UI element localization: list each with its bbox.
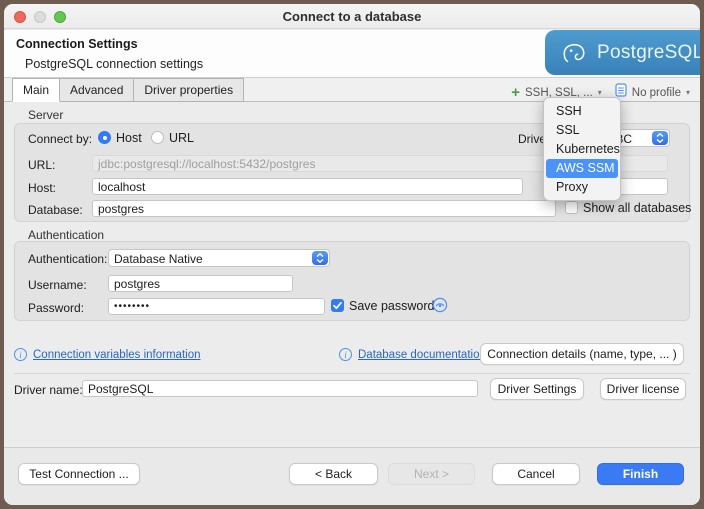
- tab-driver-properties[interactable]: Driver properties: [134, 78, 244, 102]
- stepper-icon: [652, 131, 668, 145]
- authentication-combo[interactable]: Database Native: [108, 249, 330, 267]
- menu-item-ssh[interactable]: SSH: [546, 102, 618, 121]
- host-radio-label[interactable]: Host: [116, 131, 142, 145]
- driver-name-label: Driver name:: [14, 383, 83, 397]
- test-connection-button[interactable]: Test Connection ...: [18, 463, 140, 485]
- finish-button[interactable]: Finish: [597, 463, 684, 485]
- show-all-databases-checkbox[interactable]: [565, 201, 578, 214]
- cancel-button[interactable]: Cancel: [492, 463, 580, 485]
- show-all-databases-label[interactable]: Show all databases: [583, 201, 691, 215]
- authentication-label: Authentication:: [28, 252, 107, 266]
- stepper-icon: [312, 251, 328, 265]
- menu-item-kubernetes[interactable]: Kubernetes: [546, 140, 618, 159]
- postgresql-badge-label: PostgreSQL: [597, 42, 700, 64]
- menu-item-ssl[interactable]: SSL: [546, 121, 618, 140]
- back-button[interactable]: < Back: [289, 463, 378, 485]
- connection-details-button[interactable]: Connection details (name, type, ... ): [480, 343, 684, 365]
- info-icon: i: [339, 348, 352, 361]
- host-label: Host:: [28, 181, 56, 195]
- connect-by-label: Connect by:: [28, 132, 92, 146]
- plus-icon: +: [511, 87, 520, 99]
- next-button: Next >: [388, 463, 475, 485]
- title-bar: Connect to a database: [4, 4, 700, 29]
- username-field[interactable]: postgres: [108, 275, 293, 292]
- driver-name-field[interactable]: PostgreSQL: [82, 380, 478, 397]
- chevron-down-icon: ▾: [598, 88, 602, 97]
- dialog-window: Connect to a database Connection Setting…: [4, 4, 700, 505]
- save-password-checkbox[interactable]: [331, 299, 344, 312]
- profile-dropdown[interactable]: No profile: [632, 87, 681, 99]
- connection-variables-link[interactable]: Connection variables information: [33, 349, 200, 361]
- screenshot-frame: Connect to a database Connection Setting…: [0, 0, 704, 509]
- url-radio[interactable]: [151, 131, 164, 144]
- driver-settings-button[interactable]: Driver Settings: [490, 378, 584, 400]
- network-handlers-menu: SSH SSL Kubernetes AWS SSM Proxy: [543, 97, 621, 201]
- driver-license-button[interactable]: Driver license: [600, 378, 686, 400]
- page-title: Connection Settings: [16, 37, 138, 51]
- chevron-down-icon: ▾: [686, 88, 690, 97]
- url-label: URL:: [28, 158, 55, 172]
- database-label: Database:: [28, 203, 83, 217]
- username-label: Username:: [28, 278, 87, 292]
- dialog-header: Connection Settings PostgreSQL connectio…: [4, 30, 700, 78]
- server-section-label: Server: [28, 108, 63, 122]
- database-documentation-link[interactable]: Database documentation: [358, 349, 486, 361]
- tab-advanced[interactable]: Advanced: [60, 78, 134, 102]
- host-radio[interactable]: [98, 131, 111, 144]
- password-field[interactable]: ••••••••: [108, 298, 325, 315]
- save-password-label[interactable]: Save password: [349, 299, 434, 313]
- authentication-section-label: Authentication: [28, 228, 104, 242]
- tab-main[interactable]: Main: [12, 78, 60, 102]
- database-field[interactable]: postgres: [92, 200, 556, 217]
- button-bar: Test Connection ... < Back Next > Cancel…: [4, 447, 700, 505]
- page-subtitle: PostgreSQL connection settings: [25, 57, 203, 71]
- menu-item-aws-ssm[interactable]: AWS SSM: [546, 159, 618, 178]
- divider: [14, 373, 690, 374]
- postgresql-elephant-icon: [559, 38, 589, 68]
- url-radio-label[interactable]: URL: [169, 131, 194, 145]
- show-password-eye-icon[interactable]: [432, 297, 448, 318]
- host-field[interactable]: localhost: [92, 178, 523, 195]
- postgresql-logo-badge: PostgreSQL: [545, 30, 700, 75]
- menu-item-proxy[interactable]: Proxy: [546, 178, 618, 197]
- password-label: Password:: [28, 301, 84, 315]
- window-title: Connect to a database: [4, 9, 700, 24]
- authentication-value: Database Native: [114, 252, 203, 266]
- info-icon: i: [14, 348, 27, 361]
